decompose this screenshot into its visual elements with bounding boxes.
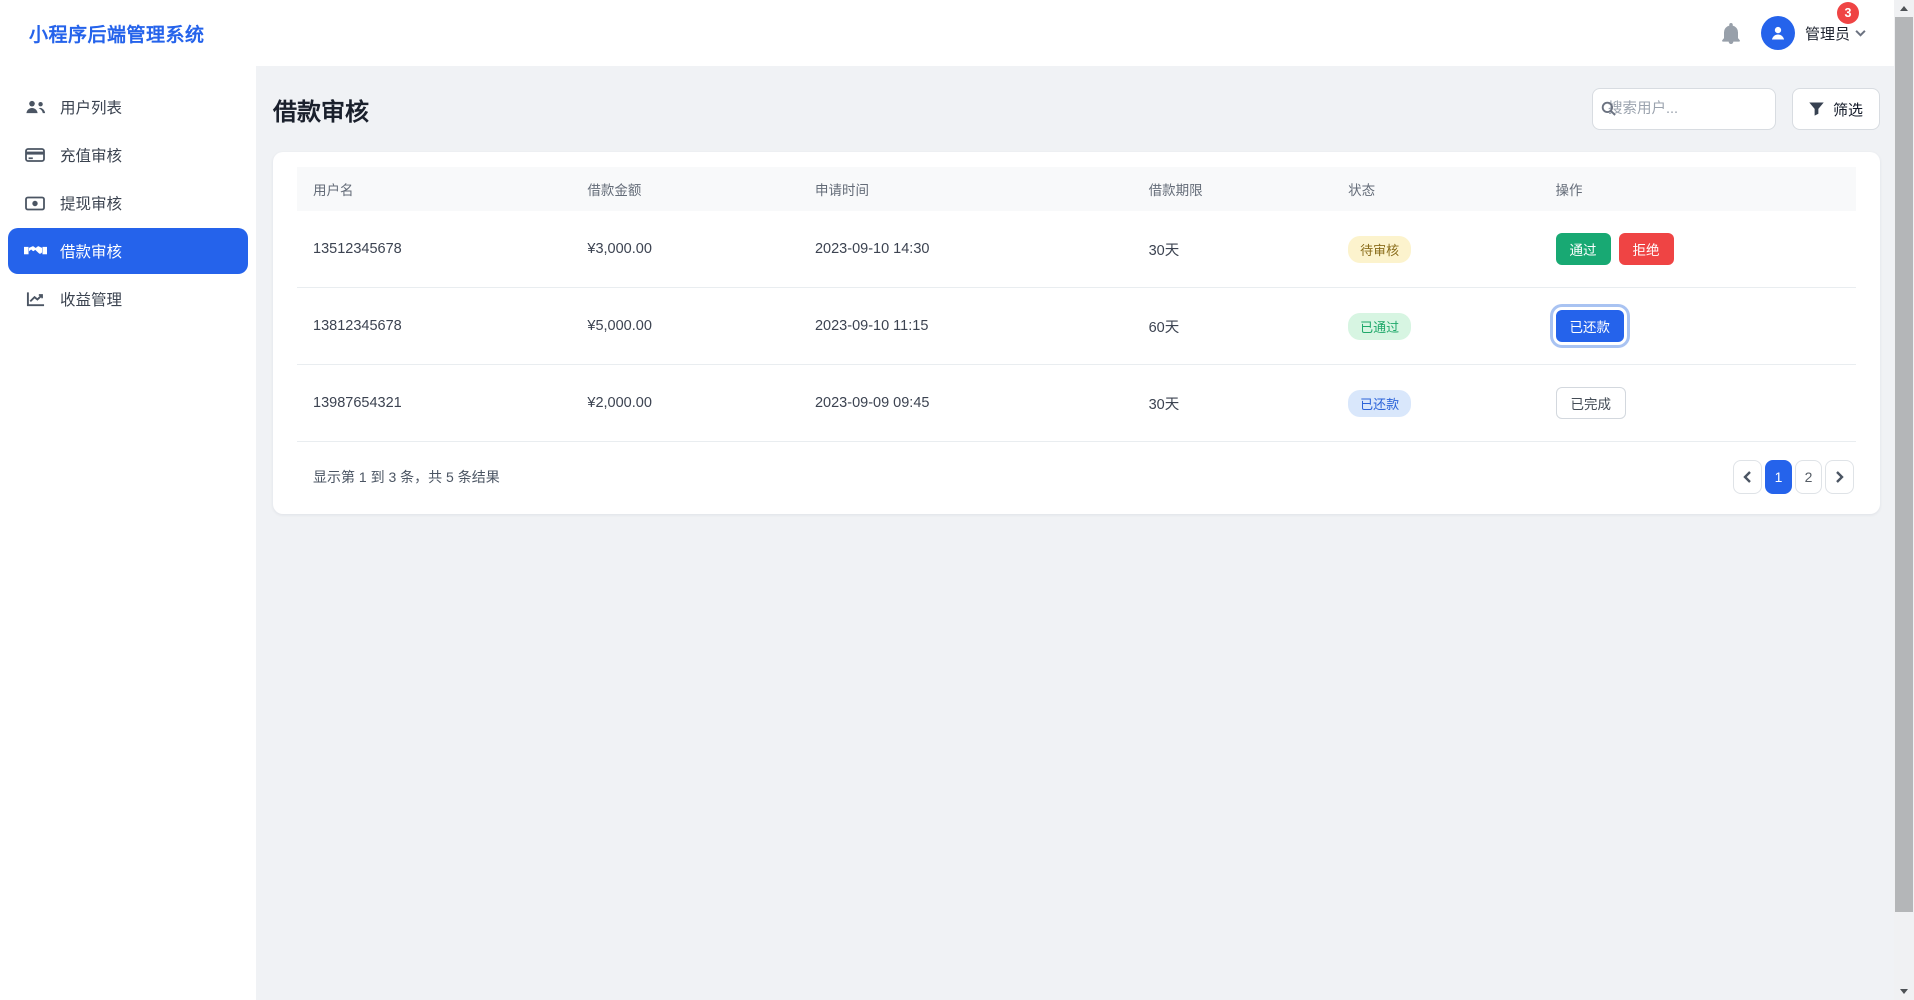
column-header: 操作	[1540, 167, 1857, 211]
column-header: 申请时间	[799, 167, 1133, 211]
sidebar-item-label: 借款审核	[60, 240, 122, 262]
chart-line-icon	[23, 291, 47, 307]
cell-amount: ¥5,000.00	[571, 288, 799, 365]
user-name[interactable]: 管理员	[1805, 23, 1850, 44]
filter-button[interactable]: 筛选	[1792, 88, 1880, 130]
notification-badge[interactable]: 3	[1837, 2, 1859, 24]
column-header: 借款期限	[1133, 167, 1333, 211]
page-title: 借款审核	[273, 92, 369, 127]
chevron-down-icon[interactable]	[1855, 29, 1866, 37]
sidebar-item-label: 收益管理	[60, 288, 122, 310]
money-bill-icon	[23, 196, 47, 211]
table-row: 13987654321¥2,000.002023-09-09 09:4530天已…	[297, 365, 1856, 442]
sidebar-item-用户列表[interactable]: 用户列表	[8, 84, 248, 130]
sidebar-item-借款审核[interactable]: 借款审核	[8, 228, 248, 274]
column-header: 借款金额	[571, 167, 799, 211]
credit-card-icon	[23, 147, 47, 163]
table-body: 13512345678¥3,000.002023-09-10 14:3030天待…	[297, 211, 1856, 442]
sidebar-item-提现审核[interactable]: 提现审核	[8, 180, 248, 226]
cell-username: 13812345678	[297, 288, 571, 365]
scrollbar-down-arrow-icon[interactable]	[1894, 983, 1914, 1000]
cell-actions: 通过拒绝	[1540, 211, 1857, 288]
sidebar-item-收益管理[interactable]: 收益管理	[8, 276, 248, 322]
cell-actions: 已还款	[1540, 288, 1857, 365]
header-tools: 筛选	[1592, 88, 1880, 130]
cell-apply-time: 2023-09-10 11:15	[799, 288, 1133, 365]
scrollbar-up-arrow-icon[interactable]	[1894, 0, 1914, 17]
handshake-icon	[23, 244, 47, 258]
cell-apply-time: 2023-09-10 14:30	[799, 211, 1133, 288]
status-badge: 待审核	[1348, 236, 1411, 263]
pagination-next-button[interactable]	[1825, 460, 1854, 494]
pagination-page-2[interactable]: 2	[1795, 460, 1822, 494]
loan-table-card: 用户名借款金额申请时间借款期限状态操作 13512345678¥3,000.00…	[273, 152, 1880, 514]
cell-username: 13512345678	[297, 211, 571, 288]
main-content: 借款审核 筛选 用户名借款金额申请时间借款期限状态操作 135	[256, 66, 1894, 1000]
cell-username: 13987654321	[297, 365, 571, 442]
pagination-prev-button[interactable]	[1733, 460, 1762, 494]
table-head: 用户名借款金额申请时间借款期限状态操作	[297, 167, 1856, 211]
action-button-已还款[interactable]: 已还款	[1556, 310, 1625, 342]
search-input[interactable]	[1592, 88, 1776, 130]
table-footer: 显示第 1 到 3 条，共 5 条结果 12	[297, 460, 1856, 494]
cell-status: 已通过	[1332, 288, 1539, 365]
column-header: 状态	[1332, 167, 1539, 211]
scrollbar-thumb[interactable]	[1895, 17, 1913, 912]
status-badge: 已还款	[1348, 390, 1411, 417]
vertical-scrollbar[interactable]	[1894, 0, 1914, 1000]
sidebar: 用户列表 充值审核 提现审核 借款审核 收益管理	[0, 66, 256, 1000]
users-icon	[23, 99, 47, 115]
action-button-拒绝[interactable]: 拒绝	[1619, 233, 1674, 265]
filter-funnel-icon	[1809, 102, 1824, 116]
sidebar-item-充值审核[interactable]: 充值审核	[8, 132, 248, 178]
column-header: 用户名	[297, 167, 571, 211]
status-badge: 已通过	[1348, 313, 1411, 340]
app-title: 小程序后端管理系统	[29, 20, 205, 47]
cell-amount: ¥2,000.00	[571, 365, 799, 442]
cell-actions: 已完成	[1540, 365, 1857, 442]
search-wrap	[1592, 88, 1776, 130]
page-header: 借款审核 筛选	[273, 88, 1880, 130]
chevron-right-icon	[1834, 471, 1845, 483]
cell-status: 待审核	[1332, 211, 1539, 288]
cell-term: 60天	[1133, 288, 1333, 365]
results-summary: 显示第 1 到 3 条，共 5 条结果	[313, 467, 500, 487]
sidebar-item-label: 提现审核	[60, 192, 122, 214]
sidebar-item-label: 充值审核	[60, 144, 122, 166]
pagination-page-1[interactable]: 1	[1765, 460, 1792, 494]
action-button-通过[interactable]: 通过	[1556, 233, 1611, 265]
cell-term: 30天	[1133, 365, 1333, 442]
chevron-left-icon	[1742, 471, 1753, 483]
cell-amount: ¥3,000.00	[571, 211, 799, 288]
filter-label: 筛选	[1833, 99, 1863, 120]
pagination: 12	[1733, 460, 1854, 494]
cell-status: 已还款	[1332, 365, 1539, 442]
action-button-已完成[interactable]: 已完成	[1556, 387, 1627, 419]
sidebar-item-label: 用户列表	[60, 96, 122, 118]
table-row: 13812345678¥5,000.002023-09-10 11:1560天已…	[297, 288, 1856, 365]
loan-table: 用户名借款金额申请时间借款期限状态操作 13512345678¥3,000.00…	[297, 167, 1856, 442]
topbar: 小程序后端管理系统 管理员 3	[0, 0, 1894, 66]
cell-apply-time: 2023-09-09 09:45	[799, 365, 1133, 442]
table-row: 13512345678¥3,000.002023-09-10 14:3030天待…	[297, 211, 1856, 288]
user-avatar-icon[interactable]	[1761, 16, 1795, 50]
cell-term: 30天	[1133, 211, 1333, 288]
bell-icon[interactable]	[1721, 23, 1741, 44]
